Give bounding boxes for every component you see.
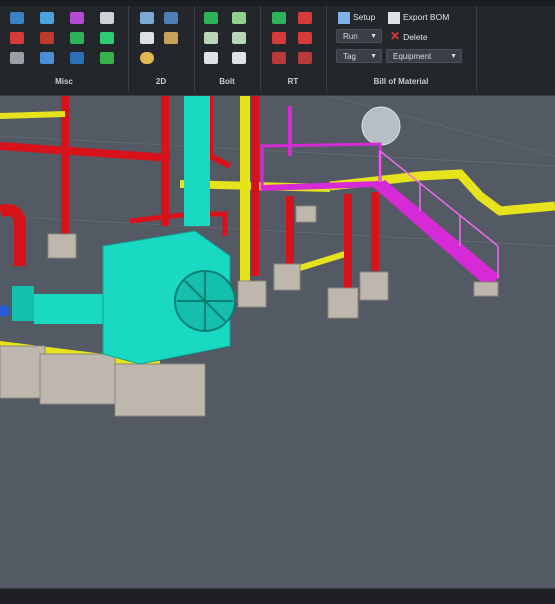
export-bom-button[interactable]: Export BOM xyxy=(388,10,449,24)
magenta-platform-deck xyxy=(261,181,381,191)
misc-icon-c[interactable] xyxy=(70,52,84,64)
sheet-icon[interactable] xyxy=(140,32,154,44)
panel-2d: 2D xyxy=(128,6,195,92)
bolt-set-icon[interactable] xyxy=(204,32,218,44)
tag-label: Tag xyxy=(343,52,356,61)
valve-icon[interactable] xyxy=(40,32,54,44)
gear-icon[interactable] xyxy=(140,52,154,64)
ribbon: Misc 2D Bolt RT Setup Export BOM Run ▼ ✕… xyxy=(0,0,555,96)
setup-label: Setup xyxy=(353,12,376,22)
rt-bend-icon[interactable] xyxy=(298,32,312,44)
chevron-down-icon: ▼ xyxy=(370,53,377,60)
chevron-down-icon: ▼ xyxy=(450,53,457,60)
magenta-stair-rail xyxy=(379,150,499,278)
grid-icon[interactable] xyxy=(10,12,24,24)
pipe-icon[interactable] xyxy=(10,32,24,44)
view-2d-b-icon[interactable] xyxy=(164,12,178,24)
misc-icon-d[interactable] xyxy=(100,52,114,64)
export-icon xyxy=(388,11,400,24)
run-label: Run xyxy=(343,32,358,41)
rt-remove-icon[interactable] xyxy=(298,12,312,24)
export-bom-label: Export BOM xyxy=(403,12,450,22)
bolt-link-icon[interactable] xyxy=(204,52,218,64)
bolt-test-icon[interactable] xyxy=(232,32,246,44)
bolt-icon[interactable] xyxy=(204,12,218,24)
view-2d-icon[interactable] xyxy=(140,12,154,24)
panel-misc: Misc xyxy=(0,6,129,92)
setup-button[interactable]: Setup xyxy=(338,10,375,24)
pump-casing xyxy=(12,286,34,321)
yellow-column xyxy=(240,96,250,286)
spherical-vessel xyxy=(361,106,401,146)
yellow-pipe-run xyxy=(329,169,555,216)
pump-inlet-flange xyxy=(0,305,10,317)
panel-label-bill-of-material: Bill of Material xyxy=(373,77,429,86)
panel-label-rt: RT xyxy=(287,77,299,86)
misc-tool-icon[interactable] xyxy=(70,12,84,24)
delete-icon: ✕ xyxy=(390,29,401,43)
3d-viewport[interactable] xyxy=(0,96,555,588)
red-pipe-elbow xyxy=(0,204,26,266)
document-icon[interactable] xyxy=(100,12,114,24)
settings-icon[interactable] xyxy=(100,32,114,44)
red-pipe-small xyxy=(129,211,228,236)
delete-button[interactable]: ✕ Delete xyxy=(390,29,428,43)
bolt-unlink-icon[interactable] xyxy=(232,52,246,64)
cyan-column xyxy=(184,96,210,226)
rt-elbow-icon[interactable] xyxy=(272,32,286,44)
equipment-label: Equipment xyxy=(393,52,432,61)
bolt-list-icon[interactable] xyxy=(232,12,246,24)
rt-clear-icon[interactable] xyxy=(298,52,312,64)
misc-icon-b[interactable] xyxy=(40,52,54,64)
panel-bolt: Bolt xyxy=(194,6,261,92)
run-dropdown[interactable]: Run ▼ xyxy=(336,29,382,43)
misc-icon-a[interactable] xyxy=(10,52,24,64)
pump-body xyxy=(34,294,104,324)
layout-icon[interactable] xyxy=(40,12,54,24)
grid-lines xyxy=(0,96,555,247)
green-tool-icon[interactable] xyxy=(70,32,84,44)
panel-bill-of-material: Setup Export BOM Run ▼ ✕ Delete Tag ▼ Equip… xyxy=(326,6,477,92)
rt-tag-icon[interactable] xyxy=(272,52,286,64)
panel-label-misc: Misc xyxy=(55,77,73,86)
panel-label-bolt: Bolt xyxy=(219,77,235,86)
panel-label-2d: 2D xyxy=(155,77,167,86)
chevron-down-icon: ▼ xyxy=(370,33,377,40)
rt-add-icon[interactable] xyxy=(272,12,286,24)
yellow-beam-left xyxy=(0,111,66,119)
delete-label: Delete xyxy=(403,32,428,42)
panel-rt: RT xyxy=(260,6,327,92)
status-bar xyxy=(0,588,555,604)
setup-icon xyxy=(338,11,350,24)
tag-dropdown[interactable]: Tag ▼ xyxy=(336,49,382,63)
annotate-icon[interactable] xyxy=(164,32,178,44)
red-pipe-vertical xyxy=(207,96,232,169)
plant-model-scene xyxy=(0,96,555,417)
equipment-dropdown[interactable]: Equipment ▼ xyxy=(386,49,462,63)
